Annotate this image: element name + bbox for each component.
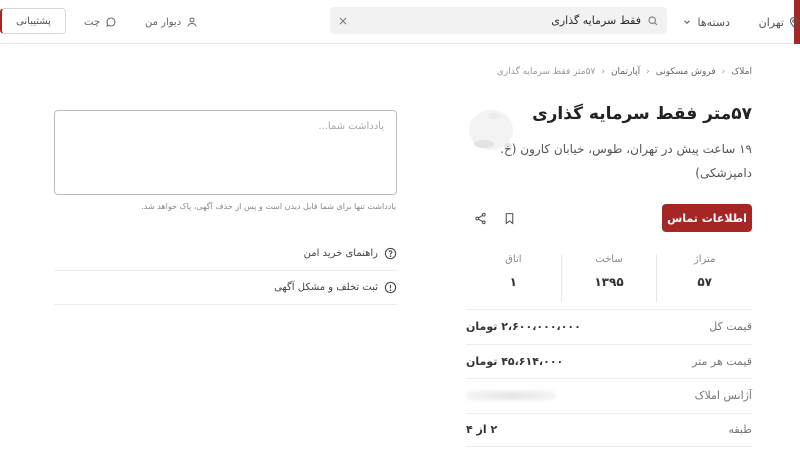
categories-label: دسته‌ها xyxy=(697,15,730,29)
chat-link[interactable]: چت xyxy=(84,12,117,32)
share-icon xyxy=(474,212,487,225)
city-label: تهران xyxy=(758,15,784,29)
side-link-label: ثبت تخلف و مشکل آگهی xyxy=(274,282,378,293)
stat-value: ۱۳۹۵ xyxy=(594,275,624,289)
detail-value: ۲ از ۴ xyxy=(466,423,498,437)
listing-title: ۵۷متر فقط سرمایه گذاری xyxy=(532,104,752,124)
chevron-left-icon: ‹ xyxy=(601,67,605,77)
my-divar-link[interactable]: دیوار من xyxy=(145,12,198,32)
chevron-left-icon: ‹ xyxy=(646,67,650,77)
stat-label: ساخت xyxy=(595,254,623,265)
breadcrumb-item[interactable]: املاک xyxy=(731,67,752,77)
user-icon xyxy=(186,16,198,28)
detail-label: طبقه xyxy=(728,423,752,437)
detail-row-total-price: قیمت کل ۲،۶۰۰،۰۰۰،۰۰۰ تومان xyxy=(466,309,752,344)
listing-subtitle: ۱۹ ساعت پیش در تهران، طوس، خیابان کارون … xyxy=(500,142,752,180)
chevron-down-icon xyxy=(682,17,692,27)
note-hint: یادداشت تنها برای شما قابل دیدن است و پس… xyxy=(141,202,396,211)
stat-label: اتاق xyxy=(505,254,522,265)
breadcrumb-current: ۵۷متر فقط سرمایه گذاری xyxy=(496,67,596,77)
location-pin-icon xyxy=(788,16,800,28)
top-header: تهران دسته‌ها فقط سرمایه گذاری × دیوار م… xyxy=(0,0,800,44)
listing-stats: متراژ ۵۷ ساخت ۱۳۹۵ اتاق ۱ xyxy=(466,254,752,302)
clear-search-icon[interactable]: × xyxy=(338,15,348,27)
detail-label: قیمت هر متر xyxy=(692,354,752,368)
agency-name-blurred[interactable] xyxy=(466,391,556,401)
breadcrumb-item[interactable]: آپارتمان xyxy=(611,67,640,77)
detail-row-price-per-meter: قیمت هر متر ۴۵،۶۱۴،۰۰۰ تومان xyxy=(466,343,752,379)
my-divar-label: دیوار من xyxy=(145,16,182,28)
detail-value: ۲،۶۰۰،۰۰۰،۰۰۰ تومان xyxy=(466,320,581,334)
stat-area: متراژ ۵۷ xyxy=(657,254,752,302)
breadcrumb-item[interactable]: فروش مسکونی xyxy=(656,67,716,77)
report-listing-link[interactable]: ثبت تخلف و مشکل آگهی xyxy=(54,271,397,305)
city-selector[interactable]: تهران xyxy=(759,12,800,32)
contact-info-label: اطلاعات تماس xyxy=(667,211,747,225)
chat-bubble-icon xyxy=(105,16,117,28)
note-input[interactable] xyxy=(55,111,396,194)
question-circle-icon xyxy=(384,247,397,260)
side-link-label: راهنمای خرید امن xyxy=(303,248,378,259)
stat-built-year: ساخت ۱۳۹۵ xyxy=(562,254,658,302)
chat-label: چت xyxy=(84,16,101,28)
detail-label: قیمت کل xyxy=(709,320,752,334)
support-button[interactable]: پشتیبانی xyxy=(0,8,66,34)
contact-info-button[interactable]: اطلاعات تماس xyxy=(662,204,752,232)
breadcrumb: املاک ‹ فروش مسکونی ‹ آپارتمان ‹ ۵۷متر ف… xyxy=(497,67,752,77)
side-links: راهنمای خرید امن ثبت تخلف و مشکل آگهی xyxy=(54,237,397,305)
detail-value: ۴۵،۶۱۴،۰۰۰ تومان xyxy=(466,354,564,368)
share-button[interactable] xyxy=(470,208,490,228)
search-bar[interactable]: فقط سرمایه گذاری × xyxy=(330,7,667,34)
bookmark-icon xyxy=(503,212,516,225)
bookmark-button[interactable] xyxy=(499,208,519,228)
stat-value: ۱ xyxy=(509,275,517,289)
note-box xyxy=(54,110,397,195)
detail-label: آژانس املاک xyxy=(694,389,752,403)
categories-menu[interactable]: دسته‌ها xyxy=(682,12,730,32)
search-icon xyxy=(647,15,659,27)
alert-circle-icon xyxy=(384,281,397,294)
stat-value: ۵۷ xyxy=(697,275,712,289)
stat-rooms: اتاق ۱ xyxy=(466,254,562,302)
detail-row-agency: آژانس املاک xyxy=(466,378,752,413)
search-input[interactable]: فقط سرمایه گذاری xyxy=(354,14,641,27)
listing-details: قیمت کل ۲،۶۰۰،۰۰۰،۰۰۰ تومان قیمت هر متر … xyxy=(466,309,752,447)
safe-buy-guide-link[interactable]: راهنمای خرید امن xyxy=(54,237,397,271)
detail-row-floor: طبقه ۲ از ۴ xyxy=(466,412,752,447)
stat-label: متراژ xyxy=(693,254,716,265)
support-label: پشتیبانی xyxy=(16,15,51,27)
chevron-left-icon: ‹ xyxy=(721,67,726,77)
